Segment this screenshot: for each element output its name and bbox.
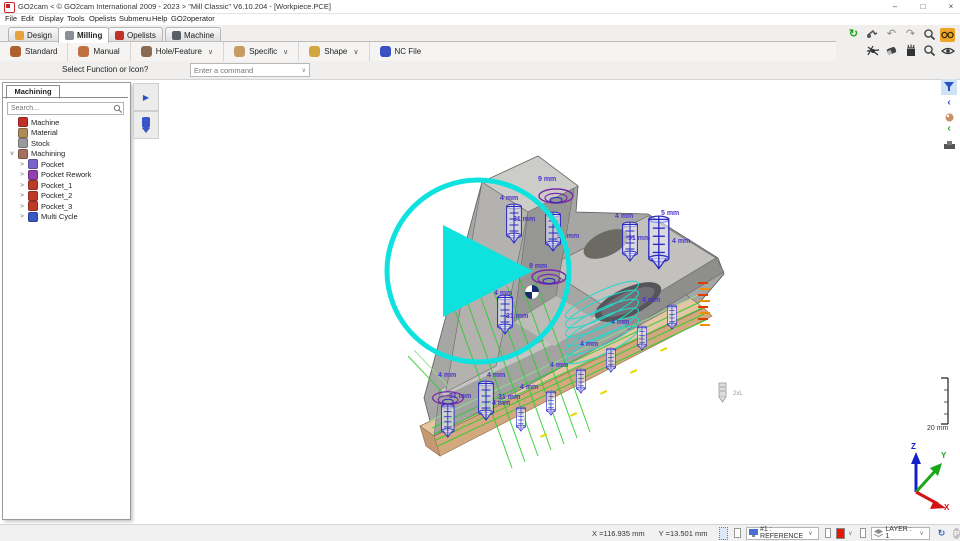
layers-icon bbox=[874, 529, 883, 537]
color-swatch[interactable] bbox=[836, 528, 845, 539]
reference-value: #1 : REFERENCE bbox=[760, 526, 803, 540]
layer-value: LAYER : 1 bbox=[885, 526, 914, 540]
grid-icon[interactable] bbox=[719, 527, 728, 540]
refresh-view-icon[interactable]: ↻ bbox=[938, 528, 946, 539]
dropdown-icon: ∨ bbox=[916, 530, 926, 537]
layer-checkbox[interactable] bbox=[860, 528, 867, 538]
cursor-x: X =116.935 mm bbox=[592, 529, 645, 538]
reference-dropdown[interactable]: #1 : REFERENCE ∨ bbox=[746, 527, 819, 540]
play-icon bbox=[443, 225, 533, 317]
monitor-icon bbox=[749, 529, 758, 537]
video-play-overlay[interactable] bbox=[0, 0, 960, 540]
help-badge[interactable]: P bbox=[953, 528, 960, 539]
layer-dropdown[interactable]: LAYER : 1 ∨ bbox=[871, 527, 929, 540]
reference-checkbox[interactable] bbox=[734, 528, 741, 538]
color-dropdown-icon[interactable]: ∨ bbox=[845, 530, 855, 537]
status-bar: X =116.935 mm Y =13.501 mm #1 : REFERENC… bbox=[0, 524, 960, 541]
cursor-y: Y =13.501 mm bbox=[659, 529, 708, 538]
dropdown-icon: ∨ bbox=[805, 530, 815, 537]
color-checkbox[interactable] bbox=[825, 528, 832, 538]
